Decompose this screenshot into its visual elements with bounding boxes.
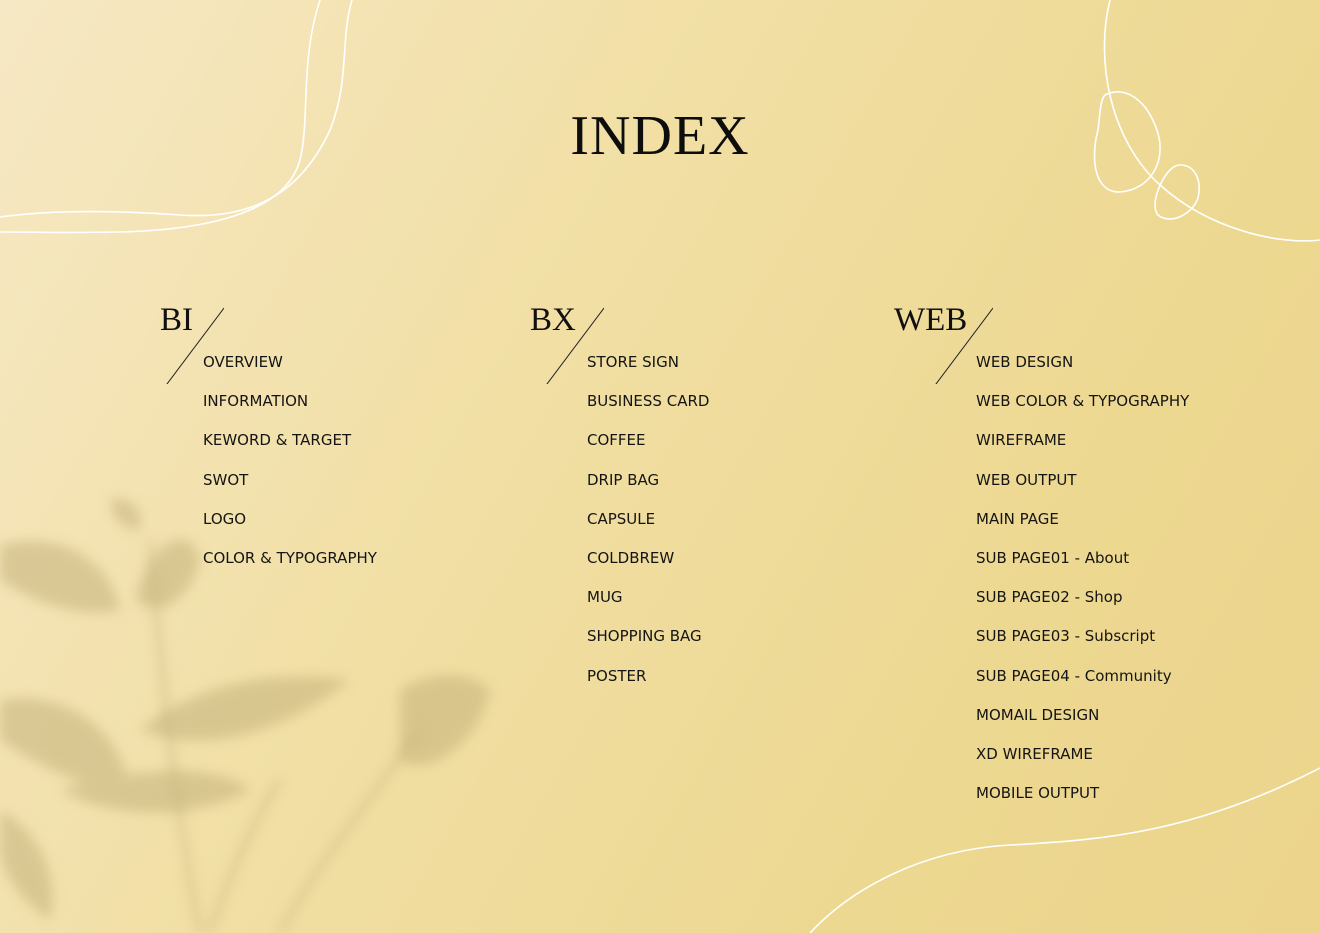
list-item[interactable]: COFFEE	[587, 429, 709, 468]
list-item[interactable]: SUB PAGE04 - Community	[976, 665, 1189, 704]
list-item[interactable]: POSTER	[587, 665, 709, 704]
list-item[interactable]: CAPSULE	[587, 508, 709, 547]
list-item[interactable]: MAIN PAGE	[976, 508, 1189, 547]
list-item[interactable]: SHOPPING BAG	[587, 625, 709, 664]
list-item[interactable]: BUSINESS CARD	[587, 390, 709, 429]
list-item[interactable]: SUB PAGE03 - Subscript	[976, 625, 1189, 664]
section-list-web: WEB DESIGN WEB COLOR & TYPOGRAPHY WIREFR…	[976, 351, 1189, 821]
list-item[interactable]: MOBILE OUTPUT	[976, 782, 1189, 821]
list-item[interactable]: COLDBREW	[587, 547, 709, 586]
list-item[interactable]: SUB PAGE01 - About	[976, 547, 1189, 586]
list-item[interactable]: LOGO	[203, 508, 377, 547]
list-item[interactable]: XD WIREFRAME	[976, 743, 1189, 782]
list-item[interactable]: WEB OUTPUT	[976, 469, 1189, 508]
list-item[interactable]: COLOR & TYPOGRAPHY	[203, 547, 377, 586]
list-item[interactable]: WEB DESIGN	[976, 351, 1189, 390]
section-list-bx: STORE SIGN BUSINESS CARD COFFEE DRIP BAG…	[587, 351, 709, 704]
list-item[interactable]: MUG	[587, 586, 709, 625]
list-item[interactable]: OVERVIEW	[203, 351, 377, 390]
list-item[interactable]: SWOT	[203, 469, 377, 508]
list-item[interactable]: STORE SIGN	[587, 351, 709, 390]
page-title: INDEX	[570, 105, 750, 167]
list-item[interactable]: WEB COLOR & TYPOGRAPHY	[976, 390, 1189, 429]
list-item[interactable]: DRIP BAG	[587, 469, 709, 508]
section-list-bi: OVERVIEW INFORMATION KEWORD & TARGET SWO…	[203, 351, 377, 586]
list-item[interactable]: WIREFRAME	[976, 429, 1189, 468]
list-item[interactable]: SUB PAGE02 - Shop	[976, 586, 1189, 625]
list-item[interactable]: KEWORD & TARGET	[203, 429, 377, 468]
list-item[interactable]: MOMAIL DESIGN	[976, 704, 1189, 743]
list-item[interactable]: INFORMATION	[203, 390, 377, 429]
